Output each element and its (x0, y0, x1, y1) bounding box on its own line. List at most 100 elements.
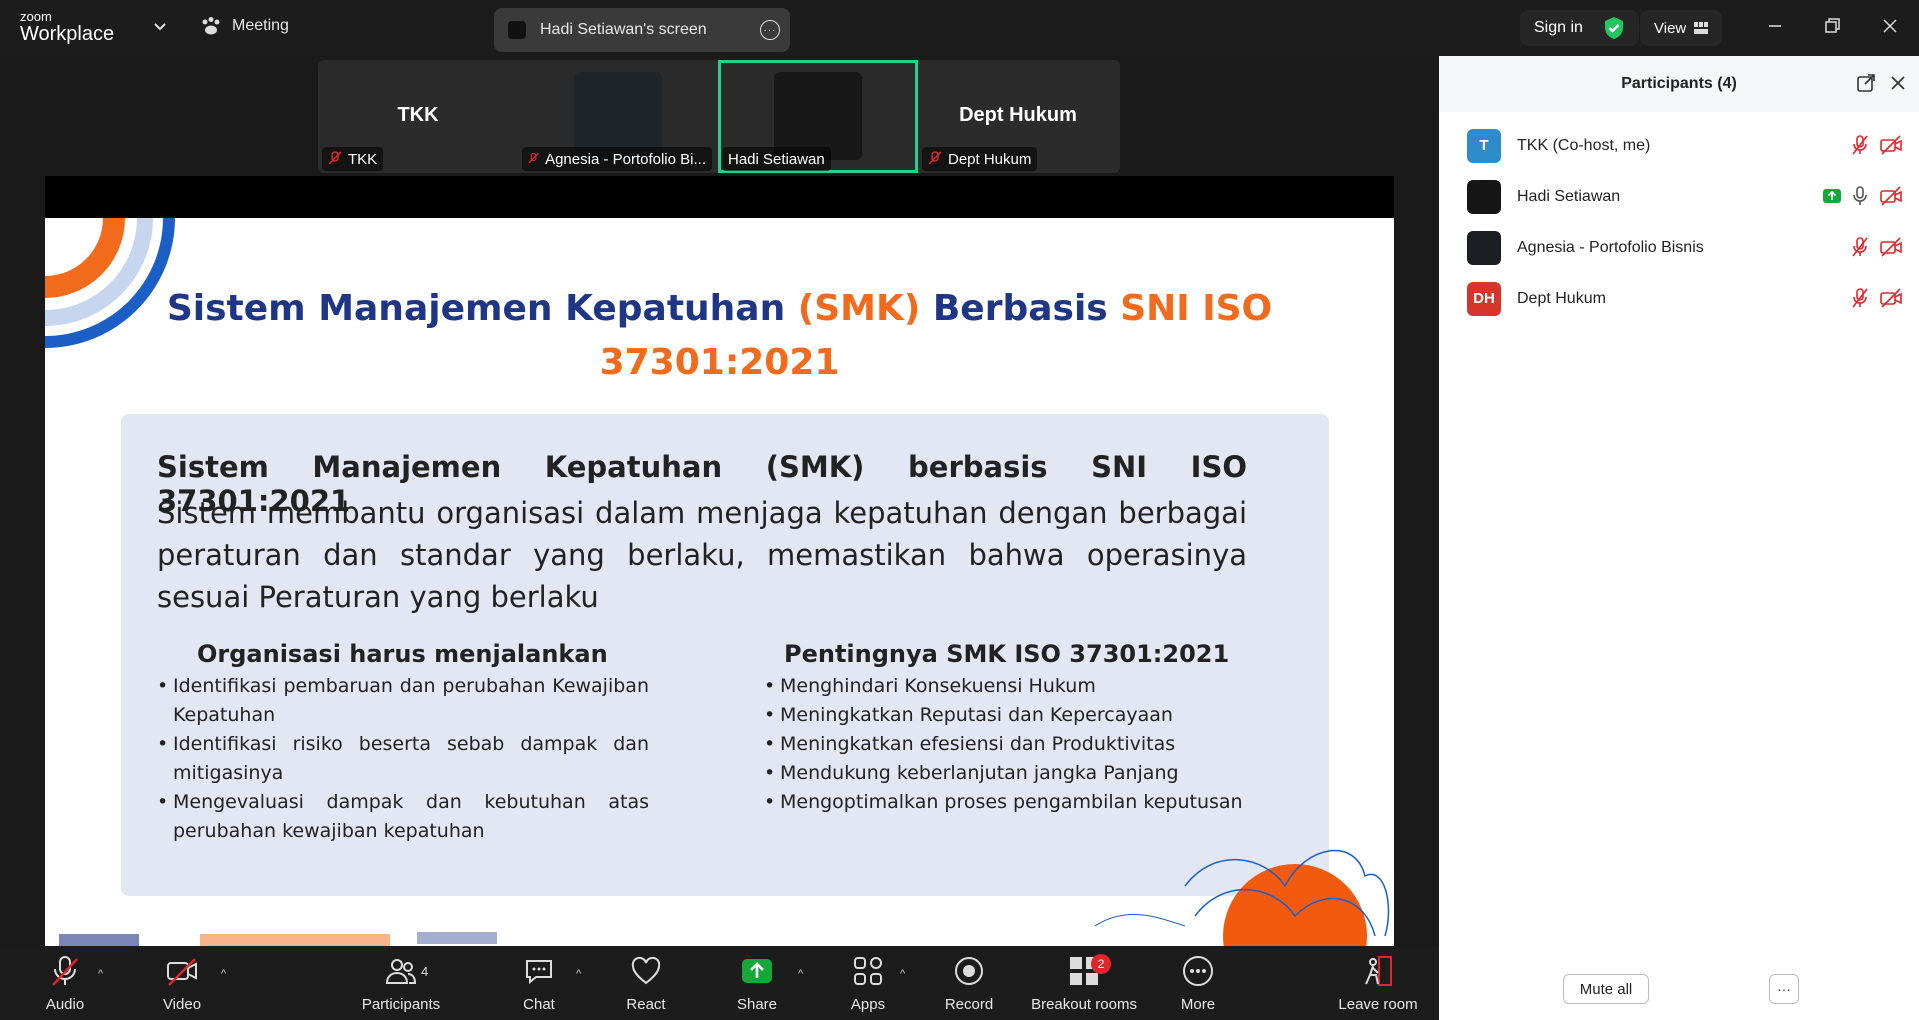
more-options-icon[interactable]: ··· (760, 20, 780, 40)
meeting-menu[interactable]: Meeting (200, 16, 289, 36)
react-label: React (626, 996, 666, 1013)
participant-row[interactable]: T TKK (Co-host, me) (1439, 120, 1919, 171)
thumbnail-tag-label: Hadi Setiawan (728, 150, 825, 168)
close-panel-icon[interactable] (1887, 72, 1909, 94)
video-off-icon[interactable] (1879, 134, 1903, 156)
chevron-down-icon[interactable] (152, 18, 168, 34)
record-icon (955, 957, 983, 985)
thumbnail-tag: Hadi Setiawan (722, 147, 831, 171)
participant-status (1823, 185, 1903, 207)
left-heading: Organisasi harus menjalankan (197, 640, 608, 668)
shared-screen-top-bar (45, 176, 1394, 218)
thumbnail-dept-hukum[interactable]: Dept Hukum Dept Hukum (918, 60, 1118, 173)
participant-row[interactable]: DH Dept Hukum (1439, 273, 1919, 324)
screen-thumb-icon (508, 21, 526, 39)
participant-row[interactable]: Agnesia - Portofolio Bisnis (1439, 222, 1919, 273)
participant-status (1851, 236, 1903, 258)
video-button[interactable]: Video (134, 954, 230, 1014)
participants-label: Participants (361, 996, 441, 1013)
thumbnail-tkk[interactable]: TKK TKK (318, 60, 518, 173)
sign-in-button[interactable]: Sign in (1534, 19, 1583, 37)
breakout-rooms-button[interactable]: Breakout rooms (1031, 954, 1137, 1014)
video-off-icon[interactable] (1879, 236, 1903, 258)
heart-icon (631, 956, 661, 985)
list-item: Identifikasi risiko beserta sebab dampak… (157, 730, 649, 788)
mic-muted-icon[interactable] (1851, 287, 1869, 309)
thumbnail-tag: Dept Hukum (922, 147, 1038, 171)
leave-room-label: Leave room (1338, 996, 1418, 1013)
list-item: Mendukung keberlanjutan jangka Panjang (764, 759, 1284, 788)
mic-muted-icon[interactable] (1851, 236, 1869, 258)
title-text-blue: Berbasis (920, 288, 1121, 329)
avatar: T (1467, 128, 1501, 163)
chat-options-chevron-icon[interactable]: ^ (576, 968, 581, 980)
list-item: Meningkatkan efesiensi dan Produktivitas (764, 730, 1284, 759)
slide-title: Sistem Manajemen Kepatuhan (SMK) Berbasi… (45, 282, 1394, 390)
thumbnail-agnesia[interactable]: Agnesia - Portofolio Bi... (518, 60, 718, 173)
grid-view-icon (1694, 22, 1709, 34)
avatar: DH (1467, 281, 1501, 316)
restore-icon[interactable] (1820, 14, 1844, 38)
thumbnail-tag: TKK (322, 147, 384, 171)
record-button[interactable]: Record (921, 954, 1017, 1014)
right-list: Menghindari Konsekuensi Hukum Meningkatk… (764, 672, 1284, 817)
pop-out-icon[interactable] (1855, 72, 1877, 94)
close-icon[interactable] (1878, 14, 1902, 38)
participants-button[interactable]: Participants (353, 954, 449, 1014)
more-label: More (1180, 996, 1216, 1013)
mute-all-button[interactable]: Mute all (1563, 974, 1649, 1004)
participant-row[interactable]: Hadi Setiawan (1439, 171, 1919, 222)
screen-share-pill[interactable]: Hadi Setiawan's screen ··· (494, 8, 790, 52)
screen-share-icon (1823, 189, 1841, 203)
audio-label: Audio (45, 996, 85, 1013)
footer-logo (417, 932, 497, 944)
participant-name: TKK (Co-host, me) (1517, 136, 1651, 154)
apps-icon (854, 957, 882, 985)
top-bar: zoom Workplace Meeting Hadi Setiawan's s… (0, 0, 1919, 56)
security-shield-icon[interactable] (1603, 16, 1625, 40)
right-heading: Pentingnya SMK ISO 37301:2021 (784, 640, 1230, 668)
share-options-chevron-icon[interactable]: ^ (798, 968, 803, 980)
card-body: Sistem membantu organisasi dalam menjaga… (157, 496, 1247, 614)
panel-header: Participants (4) (1439, 56, 1919, 112)
video-thumbnail-strip: TKK TKK Agnesia - Portofolio Bi... Hadi … (318, 60, 1120, 173)
mic-muted-icon[interactable] (1851, 134, 1869, 156)
mic-muted-icon (52, 956, 78, 986)
chat-button[interactable]: Chat (491, 954, 587, 1014)
title-text-orange: (SMK) (797, 288, 921, 329)
meeting-label: Meeting (232, 17, 289, 34)
mic-on-icon[interactable] (1851, 185, 1869, 207)
apps-label: Apps (850, 996, 886, 1013)
share-screen-icon (742, 959, 772, 983)
minimize-icon[interactable] (1763, 14, 1787, 38)
chat-label: Chat (523, 996, 555, 1013)
mic-muted-icon (928, 151, 942, 165)
apps-options-chevron-icon[interactable]: ^ (900, 968, 905, 980)
list-item: Menghindari Konsekuensi Hukum (764, 672, 1284, 701)
more-button[interactable]: More (1150, 954, 1246, 1014)
breakout-rooms-label: Breakout rooms (1031, 996, 1137, 1013)
video-off-icon[interactable] (1879, 185, 1903, 207)
audio-options-chevron-icon[interactable]: ^ (98, 968, 103, 980)
more-options-button[interactable]: ··· (1769, 974, 1799, 1004)
right-column: Pentingnya SMK ISO 37301:2021 Menghindar… (764, 640, 1284, 817)
list-item: Mengoptimalkan proses pengambilan keputu… (764, 788, 1284, 817)
thumbnail-big-name: TKK (397, 104, 439, 126)
left-column: Organisasi harus menjalankan Identifikas… (157, 640, 649, 846)
video-off-icon[interactable] (1879, 287, 1903, 309)
react-button[interactable]: React (598, 954, 694, 1014)
record-label: Record (944, 996, 994, 1013)
video-options-chevron-icon[interactable]: ^ (221, 968, 226, 980)
mic-muted-icon (528, 152, 539, 164)
leave-room-icon (1365, 956, 1392, 986)
apps-button[interactable]: Apps (820, 954, 916, 1014)
list-item: Mengevaluasi dampak dan kebutuhan atas p… (157, 788, 649, 846)
panel-title: Participants (4) (1621, 75, 1737, 92)
breakout-badge: 2 (1091, 954, 1111, 974)
share-button[interactable]: Share (709, 954, 805, 1014)
leave-room-button[interactable]: Leave room (1330, 954, 1426, 1014)
sign-in-area: Sign in (1520, 10, 1639, 46)
audio-button[interactable]: Audio (17, 954, 113, 1014)
thumbnail-hadi-setiawan[interactable]: Hadi Setiawan (718, 60, 918, 173)
view-button[interactable]: View (1640, 10, 1723, 46)
